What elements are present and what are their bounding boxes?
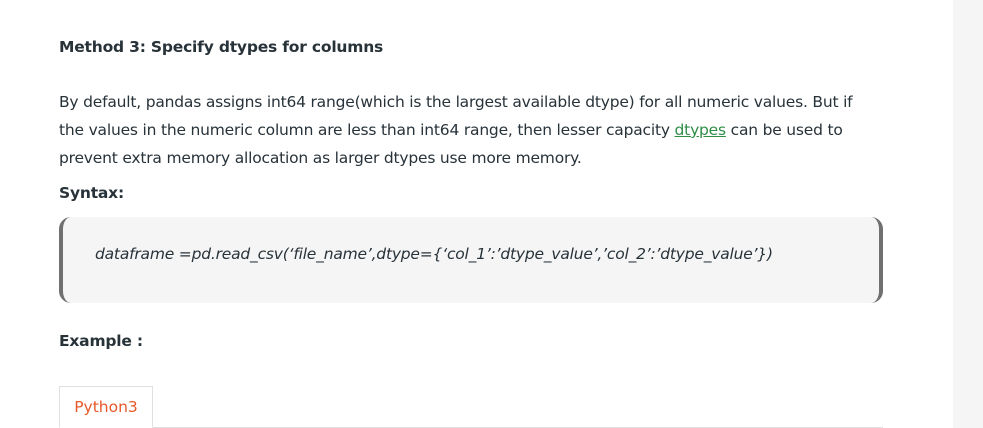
description-paragraph: By default, pandas assigns int64 range(w… (59, 88, 879, 172)
code-tab-bar: Python3 (59, 386, 883, 428)
dtypes-link[interactable]: dtypes (675, 121, 727, 139)
syntax-label: Syntax: (59, 184, 124, 202)
syntax-code-text: dataframe =pd.read_csv(‘file_name’,dtype… (95, 245, 773, 263)
tab-python3[interactable]: Python3 (59, 386, 153, 428)
section-heading: Method 3: Specify dtypes for columns (59, 38, 384, 56)
syntax-code-block: dataframe =pd.read_csv(‘file_name’,dtype… (59, 217, 883, 303)
right-sidebar-panel (953, 0, 983, 428)
example-label: Example : (59, 332, 143, 350)
